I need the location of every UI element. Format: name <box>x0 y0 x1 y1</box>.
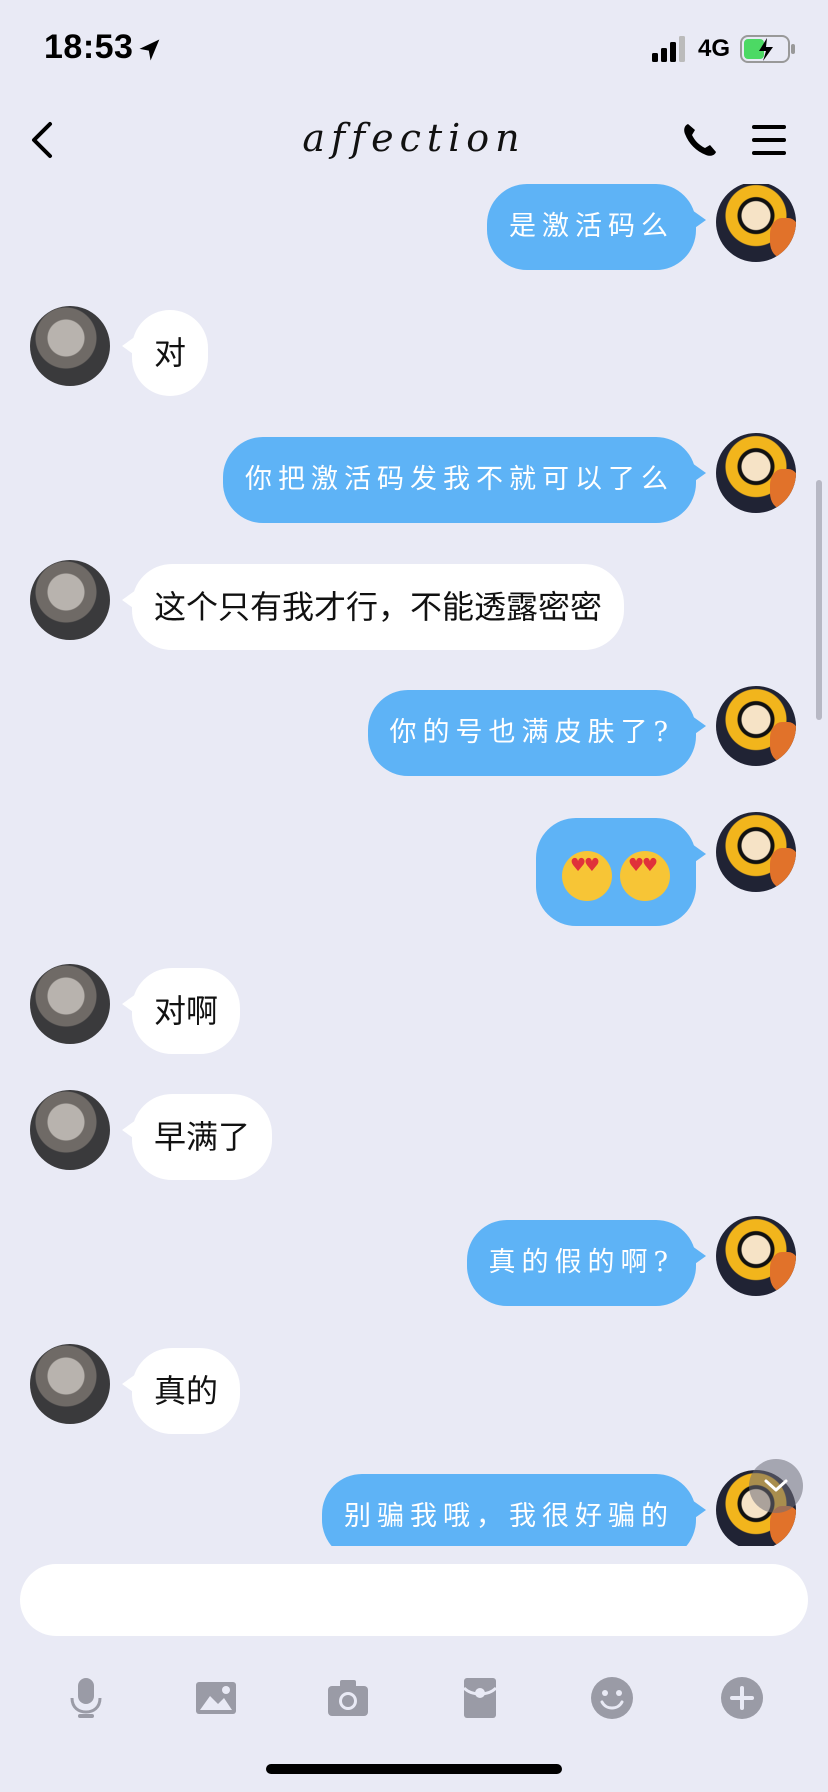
message-bubble-emoji[interactable] <box>536 818 706 926</box>
image-icon[interactable] <box>192 1674 240 1722</box>
message-bubble-self[interactable]: 真的假的啊? <box>466 1220 707 1306</box>
message-bubble-self[interactable]: 别骗我哦，我很好骗的 <box>322 1474 706 1546</box>
signal-icon <box>652 36 685 62</box>
heart-eyes-emoji-icon <box>562 851 612 901</box>
scroll-to-bottom-button[interactable] <box>749 1459 803 1513</box>
message-bubble-other[interactable]: 对 <box>121 310 209 396</box>
status-time: 18:53 <box>44 28 134 66</box>
self-avatar[interactable] <box>716 812 796 892</box>
contact-avatar[interactable] <box>30 1090 110 1170</box>
message-bubble-self[interactable]: 你把激活码发我不就可以了么 <box>223 437 706 523</box>
message-bubble-other[interactable]: 这个只有我才行，不能透露密密 <box>121 564 625 650</box>
phone-icon[interactable] <box>680 120 720 160</box>
message-bubble-other[interactable]: 真的 <box>121 1348 241 1434</box>
message-bubble-self[interactable]: 是激活码么 <box>487 184 706 270</box>
self-avatar[interactable] <box>716 433 796 513</box>
contact-avatar[interactable] <box>30 1344 110 1424</box>
self-avatar[interactable] <box>716 184 796 262</box>
contact-avatar[interactable] <box>30 964 110 1044</box>
self-avatar[interactable] <box>716 1216 796 1296</box>
emoji-icon[interactable] <box>588 1674 636 1722</box>
battery-icon <box>740 35 795 63</box>
red-packet-icon[interactable] <box>456 1674 504 1722</box>
chevron-down-icon <box>764 1479 788 1492</box>
message-bubble-self[interactable]: 你的号也满皮肤了? <box>367 690 707 776</box>
plus-icon[interactable] <box>718 1674 766 1722</box>
message-bubble-other[interactable]: 早满了 <box>121 1094 273 1180</box>
contact-avatar[interactable] <box>30 560 110 640</box>
self-avatar[interactable] <box>716 686 796 766</box>
network-type: 4G <box>698 35 731 62</box>
message-list[interactable]: 是激活码么 对 你把激活码发我不就可以了么 这个只有我才行，不能透露密密 你的号… <box>0 184 828 1546</box>
message-bubble-other[interactable]: 对啊 <box>121 968 241 1054</box>
home-indicator[interactable] <box>266 1764 562 1774</box>
chat-header: affection <box>0 100 828 184</box>
status-bar: 18:53 4G <box>0 0 828 100</box>
heart-eyes-emoji-icon <box>620 851 670 901</box>
message-input[interactable] <box>20 1564 808 1636</box>
location-arrow-icon <box>139 39 160 61</box>
composer <box>0 1546 828 1792</box>
camera-icon[interactable] <box>324 1674 372 1722</box>
mic-icon[interactable] <box>62 1674 110 1722</box>
contact-avatar[interactable] <box>30 306 110 386</box>
scrollbar[interactable] <box>816 480 822 720</box>
menu-icon[interactable] <box>750 122 788 158</box>
